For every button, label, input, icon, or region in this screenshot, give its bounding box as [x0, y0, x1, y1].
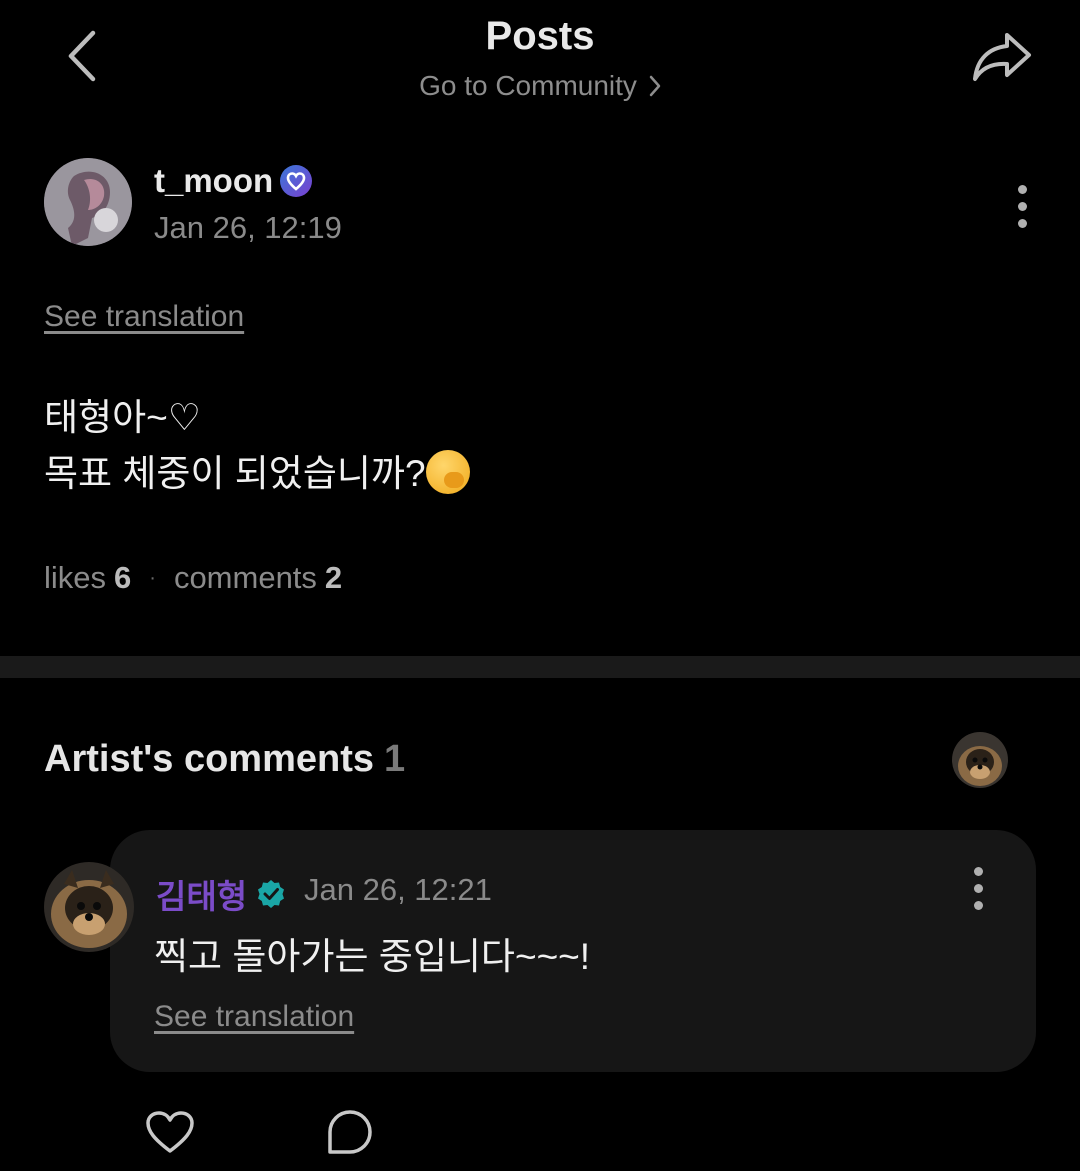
- page-title: Posts: [485, 14, 595, 58]
- share-arrow-icon: [973, 33, 1031, 81]
- post-line-2: 목표 체중이 되었습니까?: [44, 453, 426, 494]
- comments-count: 2: [324, 560, 343, 595]
- comment-see-translation-link[interactable]: See translation: [154, 1000, 354, 1034]
- more-dot-icon: [973, 866, 983, 876]
- comment-more-button[interactable]: [950, 860, 1006, 916]
- share-button[interactable]: [966, 24, 1038, 88]
- stat-separator: ·: [149, 566, 156, 589]
- comment-action-bar: [0, 1100, 1080, 1171]
- post-line-1: 태형아~♡: [44, 397, 201, 438]
- comment-text: 찍고 돌아가는 중입니다~~~!: [154, 936, 591, 977]
- heart-icon: [146, 1111, 194, 1153]
- likes-stat[interactable]: likes 6: [44, 560, 131, 596]
- more-dot-icon: [1017, 184, 1027, 194]
- post-timestamp: Jan 26, 12:19: [154, 210, 342, 245]
- post-author-row: t_moon Jan 26, 12:19: [44, 158, 1044, 250]
- comment-author-name: 김태형: [156, 878, 248, 915]
- more-dot-icon: [973, 883, 983, 893]
- verified-heart-icon: [280, 165, 313, 197]
- author-avatar[interactable]: [44, 158, 132, 246]
- like-button[interactable]: [140, 1104, 200, 1160]
- dog-avatar-image: [44, 862, 134, 952]
- reply-button[interactable]: [322, 1104, 378, 1160]
- post-stats: likes 6 · comments 2: [44, 560, 342, 596]
- hand-over-mouth-emoji-icon: [425, 450, 470, 494]
- avatar-image: [44, 158, 132, 246]
- more-dot-icon: [1017, 218, 1027, 228]
- go-to-community-label: Go to Community: [419, 70, 637, 101]
- comments-stat[interactable]: comments 2: [174, 560, 342, 596]
- artist-comments-title: Artist's comments: [44, 738, 375, 780]
- top-bar: Posts Go to Community: [0, 0, 1080, 120]
- post-body: 태형아~♡ 목표 체중이 되었습니까?: [44, 390, 470, 502]
- author-name-text: t_moon: [154, 162, 274, 199]
- post-see-translation-link[interactable]: See translation: [44, 300, 244, 334]
- speech-bubble-icon: [328, 1110, 372, 1154]
- go-to-community-link[interactable]: Go to Community: [0, 70, 1080, 102]
- comments-label: comments: [173, 560, 317, 595]
- verified-badge-icon: [258, 880, 285, 908]
- artist-avatar-small[interactable]: [952, 732, 1008, 788]
- likes-count: 6: [114, 560, 132, 595]
- likes-label: likes: [44, 560, 107, 595]
- section-divider: [0, 656, 1080, 678]
- comment-author-avatar[interactable]: [44, 862, 134, 952]
- comment-timestamp: Jan 26, 12:21: [304, 872, 492, 907]
- more-dot-icon: [1017, 201, 1027, 211]
- dog-avatar-image: [952, 732, 1008, 788]
- artist-comment-card: 김태형 Jan 26, 12:21 찍고 돌아가는 중입니다~~~! See t…: [110, 830, 1036, 1072]
- chevron-right-icon: [649, 75, 661, 97]
- more-dot-icon: [973, 900, 983, 910]
- author-name[interactable]: t_moon: [154, 162, 313, 200]
- artist-comments-count: 1: [384, 738, 406, 780]
- comment-author[interactable]: 김태형: [156, 870, 287, 918]
- post-more-button[interactable]: [994, 178, 1050, 234]
- artist-comments-heading: Artist's comments 1: [44, 738, 405, 781]
- post-line-2-row: 목표 체중이 되었습니까?: [44, 446, 470, 502]
